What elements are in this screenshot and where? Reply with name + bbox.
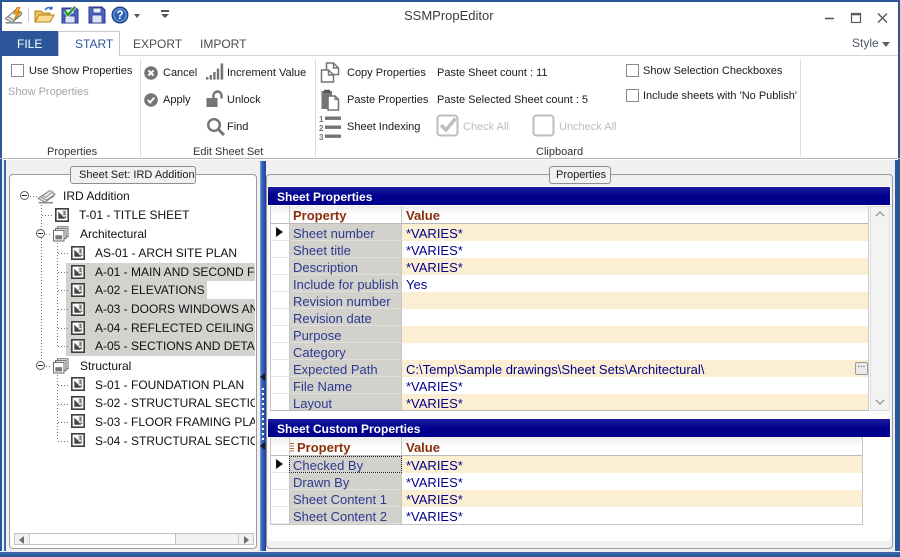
svg-text:3: 3 — [319, 133, 324, 140]
svg-text:1: 1 — [319, 115, 324, 124]
svg-text:2: 2 — [319, 124, 324, 133]
